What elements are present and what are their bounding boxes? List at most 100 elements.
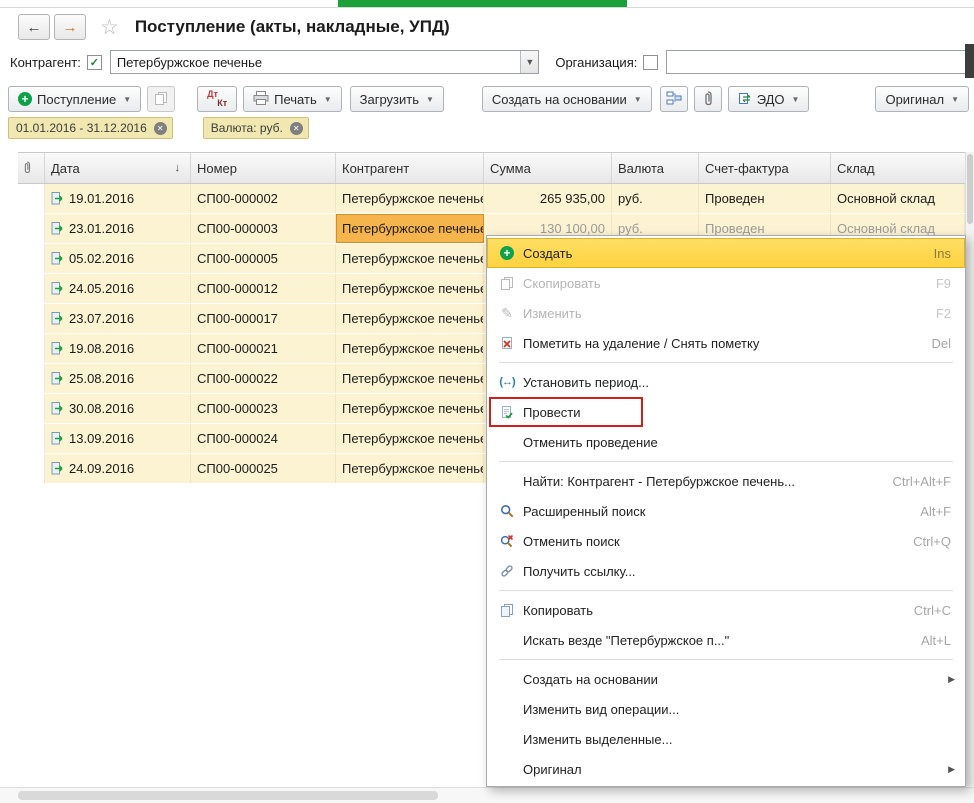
number-cell[interactable]: СП00-000022 <box>191 364 336 393</box>
date-cell[interactable]: 23.01.2016 <box>45 214 191 243</box>
attachment-cell[interactable] <box>18 454 45 483</box>
counterparty-cell[interactable]: Петербуржское печенье <box>336 214 484 243</box>
close-icon[interactable]: ✕ <box>154 122 167 135</box>
horizontal-scrollbar[interactable] <box>0 787 974 803</box>
date-cell[interactable]: 24.09.2016 <box>45 454 191 483</box>
number-cell[interactable]: СП00-000002 <box>191 184 336 213</box>
dt-kt-button[interactable]: Дт Кт <box>197 86 237 112</box>
dropdown-arrow-icon[interactable]: ▼ <box>520 51 538 73</box>
create-based-on-button[interactable]: Создать на основании ▼ <box>482 86 652 112</box>
related-documents-button[interactable] <box>660 86 688 112</box>
attachment-cell[interactable] <box>18 184 45 213</box>
context-menu: +СоздатьInsСкопироватьF9✎ИзменитьF2Помет… <box>486 235 966 787</box>
attachment-cell[interactable] <box>18 244 45 273</box>
attachments-button[interactable] <box>694 86 722 112</box>
sum-column-label: Сумма <box>490 161 531 176</box>
attachment-cell[interactable] <box>18 364 45 393</box>
menu-item-create-based-on[interactable]: Создать на основании▶ <box>487 664 965 694</box>
menu-item-change-selected[interactable]: Изменить выделенные... <box>487 724 965 754</box>
back-button[interactable]: ← <box>18 14 50 40</box>
attachment-cell[interactable] <box>18 394 45 423</box>
horizontal-scrollbar-thumb[interactable] <box>18 791 438 800</box>
number-cell[interactable]: СП00-000023 <box>191 394 336 423</box>
invoice-column-header[interactable]: Счет-фактура <box>699 153 831 183</box>
menu-item-set-period[interactable]: (↔)Установить период... <box>487 367 965 397</box>
attachment-column-header[interactable] <box>18 153 45 183</box>
attachment-cell[interactable] <box>18 214 45 243</box>
sum-cell[interactable]: 265 935,00 <box>484 184 612 213</box>
counterparty-cell[interactable]: Петербуржское печенье <box>336 304 484 333</box>
date-cell[interactable]: 23.07.2016 <box>45 304 191 333</box>
vertical-scrollbar[interactable] <box>965 152 974 786</box>
sum-column-header[interactable]: Сумма <box>484 153 612 183</box>
invoice-cell[interactable]: Проведен <box>699 184 831 213</box>
vertical-scrollbar-thumb[interactable] <box>967 154 973 224</box>
table-row[interactable]: 19.01.2016СП00-000002Петербуржское печен… <box>18 184 965 214</box>
filter-tag-period-label: 01.01.2016 - 31.12.2016 <box>16 121 147 135</box>
counterparty-checkbox[interactable] <box>87 55 102 70</box>
date-cell[interactable]: 24.05.2016 <box>45 274 191 303</box>
close-icon[interactable]: ✕ <box>290 122 303 135</box>
number-cell[interactable]: СП00-000012 <box>191 274 336 303</box>
menu-item-search-everywhere[interactable]: Искать везде "Петербуржское п..."Alt+L <box>487 625 965 655</box>
number-cell[interactable]: СП00-000024 <box>191 424 336 453</box>
counterparty-cell[interactable]: Петербуржское печенье <box>336 454 484 483</box>
menu-item-find-counterparty[interactable]: Найти: Контрагент - Петербуржское печень… <box>487 466 965 496</box>
number-cell[interactable]: СП00-000005 <box>191 244 336 273</box>
filter-tag-currency[interactable]: Валюта: руб. ✕ <box>203 117 309 139</box>
edo-button[interactable]: ЭДО ▼ <box>728 86 810 112</box>
warehouse-column-header[interactable]: Склад <box>831 153 965 183</box>
menu-item-cancel-search[interactable]: Отменить поискCtrl+Q <box>487 526 965 556</box>
counterparty-cell[interactable]: Петербуржское печенье <box>336 244 484 273</box>
forward-button[interactable]: → <box>54 14 86 40</box>
load-button[interactable]: Загрузить ▼ <box>350 86 444 112</box>
paperclip-icon <box>702 90 714 109</box>
counterparty-cell[interactable]: Петербуржское печенье <box>336 334 484 363</box>
attachment-cell[interactable] <box>18 334 45 363</box>
create-receipt-button[interactable]: + Поступление ▼ <box>8 86 141 112</box>
warehouse-cell[interactable]: Основной склад <box>831 184 965 213</box>
menu-item-advanced-search[interactable]: Расширенный поискAlt+F <box>487 496 965 526</box>
counterparty-cell[interactable]: Петербуржское печенье <box>336 424 484 453</box>
counterparty-cell[interactable]: Петербуржское печенье <box>336 184 484 213</box>
number-column-header[interactable]: Номер <box>191 153 336 183</box>
number-cell[interactable]: СП00-000025 <box>191 454 336 483</box>
filter-tag-period[interactable]: 01.01.2016 - 31.12.2016 ✕ <box>8 117 173 139</box>
menu-item-mark-delete[interactable]: Пометить на удаление / Снять пометкуDel <box>487 328 965 358</box>
menu-item-post[interactable]: Провести <box>487 397 965 427</box>
currency-column-header[interactable]: Валюта <box>612 153 699 183</box>
menu-item-get-link[interactable]: Получить ссылку... <box>487 556 965 586</box>
currency-cell[interactable]: руб. <box>612 184 699 213</box>
original-button[interactable]: Оригинал ▼ <box>875 86 969 112</box>
counterparty-cell[interactable]: Петербуржское печенье <box>336 394 484 423</box>
menu-item-original[interactable]: Оригинал▶ <box>487 754 965 784</box>
attachment-cell[interactable] <box>18 304 45 333</box>
date-cell[interactable]: 19.01.2016 <box>45 184 191 213</box>
date-cell[interactable]: 05.02.2016 <box>45 244 191 273</box>
print-button[interactable]: Печать ▼ <box>243 86 342 112</box>
cell-text: Основной склад <box>837 191 935 206</box>
date-column-header[interactable]: Дата ↓ <box>45 153 191 183</box>
menu-item-undo-post[interactable]: Отменить проведение <box>487 427 965 457</box>
menu-item-clipboard-copy[interactable]: КопироватьCtrl+C <box>487 595 965 625</box>
number-cell[interactable]: СП00-000017 <box>191 304 336 333</box>
date-cell[interactable]: 25.08.2016 <box>45 364 191 393</box>
organization-checkbox[interactable] <box>643 55 658 70</box>
date-cell[interactable]: 30.08.2016 <box>45 394 191 423</box>
number-cell[interactable]: СП00-000003 <box>191 214 336 243</box>
counterparty-input[interactable]: Петербуржское печенье ▼ <box>110 50 540 74</box>
counterparty-cell[interactable]: Петербуржское печенье <box>336 364 484 393</box>
favorite-star-icon[interactable]: ☆ <box>100 15 119 40</box>
date-cell[interactable]: 13.09.2016 <box>45 424 191 453</box>
number-cell[interactable]: СП00-000021 <box>191 334 336 363</box>
counterparty-column-header[interactable]: Контрагент <box>336 153 484 183</box>
menu-item-create[interactable]: +СоздатьIns <box>487 238 965 268</box>
organization-input[interactable] <box>666 50 974 74</box>
attachment-cell[interactable] <box>18 274 45 303</box>
doc-posted-icon <box>51 252 64 265</box>
date-cell[interactable]: 19.08.2016 <box>45 334 191 363</box>
counterparty-cell[interactable]: Петербуржское печенье <box>336 274 484 303</box>
attachment-cell[interactable] <box>18 424 45 453</box>
menu-item-change-operation-type[interactable]: Изменить вид операции... <box>487 694 965 724</box>
active-tab-indicator[interactable] <box>338 0 627 7</box>
